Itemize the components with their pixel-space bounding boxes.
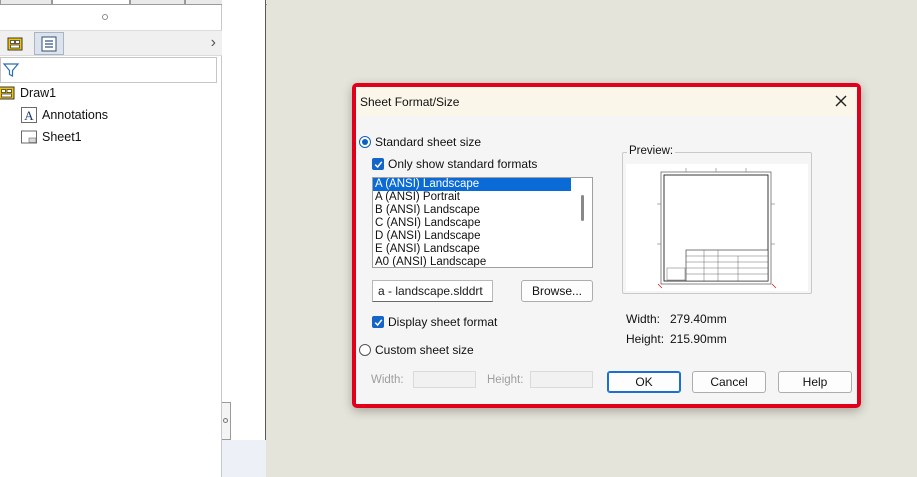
tree-item-label: Annotations <box>42 108 109 122</box>
preview-width-value: 279.40mm <box>670 312 727 326</box>
sheet-icon <box>21 130 37 144</box>
dialog-title: Sheet Format/Size <box>360 95 460 109</box>
sheet-format-dialog: Sheet Format/Size Standard sheet size On… <box>352 83 861 408</box>
tree-item-annotations[interactable]: A Annotations <box>20 105 108 125</box>
list-item[interactable]: C (ANSI) Landscape <box>373 217 571 230</box>
list-item[interactable]: E (ANSI) Landscape <box>373 243 571 256</box>
custom-height-input[interactable] <box>530 371 593 388</box>
preview-height-label: Height: <box>626 332 665 346</box>
close-icon <box>835 95 847 107</box>
list-scrollbar[interactable] <box>581 195 584 221</box>
chevron-right-icon[interactable]: › <box>211 34 216 52</box>
svg-text:A: A <box>24 108 34 123</box>
only-standard-checkbox[interactable]: Only show standard formats <box>372 157 537 171</box>
browse-button[interactable]: Browse... <box>521 280 593 302</box>
radio-selected-icon[interactable] <box>359 136 371 148</box>
format-file-field[interactable]: a - landscape.slddrt <box>372 280 493 302</box>
display-format-label: Display sheet format <box>388 315 498 329</box>
sheet-bottom-tint <box>222 440 266 477</box>
drawing-sheet-area <box>222 0 266 477</box>
checkbox-checked-icon[interactable] <box>372 158 384 170</box>
preview-height-value: 215.90mm <box>670 332 727 346</box>
list-item[interactable]: B (ANSI) Landscape <box>373 204 571 217</box>
drawing-icon <box>7 37 23 50</box>
format-file-value: a - landscape.slddrt <box>378 284 483 298</box>
drawing-icon <box>0 86 15 100</box>
feature-tree-tab[interactable] <box>0 32 30 55</box>
annotations-icon: A <box>21 107 37 123</box>
custom-height-label: Height: <box>487 374 524 386</box>
custom-size-label: Custom sheet size <box>375 343 474 357</box>
tree-item-sheet[interactable]: Sheet1 <box>20 127 82 147</box>
cancel-button[interactable]: Cancel <box>692 371 766 393</box>
ok-button[interactable]: OK <box>607 371 681 393</box>
feature-manager-panel: › Draw1 A Annotations Sheet1 <box>0 5 222 477</box>
custom-width-input[interactable] <box>413 371 476 388</box>
standard-size-label: Standard sheet size <box>375 135 482 149</box>
feature-manager-tabbar: › <box>0 30 222 56</box>
panel-splitter-handle[interactable] <box>222 402 231 440</box>
custom-size-radio[interactable]: Custom sheet size <box>359 343 474 357</box>
display-format-checkbox[interactable]: Display sheet format <box>372 315 497 329</box>
custom-width-label: Width: <box>371 374 404 386</box>
preview-label: Preview: <box>627 145 676 157</box>
list-item[interactable]: A (ANSI) Portrait <box>373 191 571 204</box>
help-button[interactable]: Help <box>778 371 852 393</box>
dialog-title-bar[interactable]: Sheet Format/Size <box>356 87 857 116</box>
preview-width-label: Width: <box>626 312 661 326</box>
radio-unselected-icon[interactable] <box>359 344 371 356</box>
preview-width-row: Width: 279.40mm <box>626 312 727 326</box>
tree-filter-bar[interactable] <box>0 57 217 83</box>
only-standard-label: Only show standard formats <box>388 157 538 171</box>
preview-group: Preview: <box>622 145 812 294</box>
dialog-body: Standard sheet size Only show standard f… <box>356 116 857 404</box>
tree-item-label: Draw1 <box>20 86 57 100</box>
panel-grip-icon[interactable] <box>102 14 108 20</box>
sheet-preview-image <box>626 164 808 291</box>
filter-icon[interactable] <box>2 61 20 79</box>
tree-item-label: Sheet1 <box>42 130 82 144</box>
list-item[interactable]: A0 (ANSI) Landscape <box>373 256 571 267</box>
list-item-selected[interactable]: A (ANSI) Landscape <box>373 178 571 191</box>
sheet-format-list[interactable]: A (ANSI) Landscape A (ANSI) Portrait B (… <box>372 177 593 268</box>
property-list-icon <box>41 36 57 51</box>
sheet-preview-drawing <box>657 168 777 289</box>
preview-height-row: Height: 215.90mm <box>626 332 727 346</box>
checkbox-checked-icon[interactable] <box>372 316 384 328</box>
standard-size-radio[interactable]: Standard sheet size <box>359 135 481 149</box>
property-manager-tab[interactable] <box>34 32 64 55</box>
list-item[interactable]: D (ANSI) Landscape <box>373 230 571 243</box>
close-button[interactable] <box>831 91 851 111</box>
tree-item-root[interactable]: Draw1 <box>0 83 56 103</box>
